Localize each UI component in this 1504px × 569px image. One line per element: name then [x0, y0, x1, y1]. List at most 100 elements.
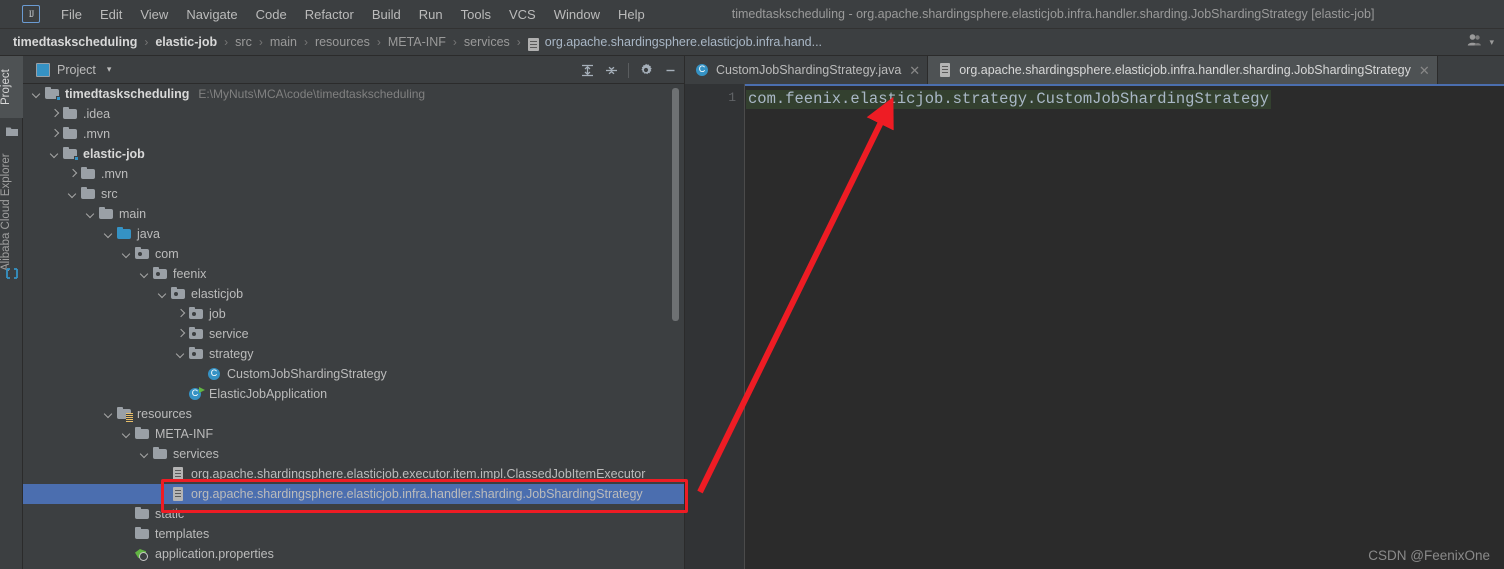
chevron-right-icon[interactable] — [176, 329, 186, 339]
chevron-down-icon[interactable] — [122, 429, 132, 439]
editor-tab[interactable]: CustomJobShardingStrategy.java ✕ — [685, 56, 929, 84]
tree-node-label: com — [155, 247, 179, 261]
chevron-right-icon[interactable] — [176, 309, 186, 319]
tree-node[interactable]: com — [23, 244, 685, 264]
tree-node[interactable]: org.apache.shardingsphere.elasticjob.inf… — [23, 484, 685, 504]
project-view-chevron-down-icon[interactable]: ▾ — [107, 64, 112, 75]
tree-node[interactable]: elasticjob — [23, 284, 685, 304]
chevron-down-icon[interactable] — [140, 269, 150, 279]
breadcrumb-item[interactable]: src — [235, 35, 252, 49]
tool-tab-alibaba-cloud-explorer[interactable]: Alibaba Cloud Explorer — [0, 144, 23, 280]
tree-node[interactable]: job — [23, 304, 685, 324]
tree-node-label: strategy — [209, 347, 254, 361]
chevron-down-icon[interactable] — [50, 149, 60, 159]
tree-node[interactable]: timedtaskscheduling E:\MyNuts\MCA\code\ti… — [23, 84, 685, 104]
tree-node[interactable]: .idea — [23, 104, 685, 124]
breadcrumb-item[interactable]: services — [464, 35, 510, 49]
breadcrumb-item[interactable]: main — [270, 35, 297, 49]
tree-node-label: elastic-job — [83, 147, 145, 161]
close-icon[interactable]: ✕ — [1419, 64, 1430, 77]
breadcrumb-item[interactable]: timedtaskscheduling — [13, 35, 137, 49]
chevron-down-icon[interactable] — [176, 349, 186, 359]
menu-item-vcs[interactable]: VCS — [500, 0, 545, 29]
chevron-right-icon[interactable] — [50, 109, 60, 119]
toolbar-divider — [628, 62, 629, 78]
close-icon[interactable]: ✕ — [909, 64, 920, 77]
expand-all-icon[interactable] — [576, 59, 598, 81]
tree-node[interactable]: templates — [23, 524, 685, 544]
tree-node[interactable]: elastic-job — [23, 144, 685, 164]
editor-code-area[interactable]: com.feenix.elasticjob.strategy.CustomJob… — [745, 84, 1504, 569]
project-tree[interactable]: timedtaskscheduling E:\MyNuts\MCA\code\ti… — [23, 84, 685, 569]
chevron-down-icon[interactable] — [140, 449, 150, 459]
gear-icon[interactable] — [635, 59, 657, 81]
chevron-right-icon[interactable] — [68, 169, 78, 179]
menu-item-tools[interactable]: Tools — [452, 0, 500, 29]
tree-node[interactable]: ElasticJobApplication — [23, 384, 685, 404]
menu-item-code[interactable]: Code — [247, 0, 296, 29]
chevron-down-icon[interactable] — [104, 409, 114, 419]
tree-node-label: feenix — [173, 267, 207, 281]
tree-node[interactable]: main — [23, 204, 685, 224]
chevron-down-icon[interactable] — [122, 249, 132, 259]
minimize-icon[interactable] — [659, 59, 681, 81]
tree-node[interactable]: strategy — [23, 344, 685, 364]
tree-node[interactable]: static — [23, 504, 685, 524]
watermark: CSDN @FeenixOne — [1368, 548, 1490, 563]
tree-node[interactable]: org.apache.shardingsphere.elasticjob.exe… — [23, 464, 685, 484]
run-badge — [199, 387, 205, 393]
breadcrumb-item[interactable]: META-INF — [388, 35, 446, 49]
tree-node[interactable]: .mvn — [23, 124, 685, 144]
folder-icon — [81, 187, 96, 201]
tree-node[interactable]: application.properties — [23, 544, 685, 564]
tree-node[interactable]: META-INF — [23, 424, 685, 444]
idea-window: IJ File Edit View Navigate Code Refactor Build… — [0, 0, 1504, 569]
chevron-down-icon[interactable] — [104, 229, 114, 239]
tree-node-label: org.apache.shardingsphere.elasticjob.inf… — [191, 487, 643, 501]
tree-node[interactable]: feenix — [23, 264, 685, 284]
breadcrumb-item[interactable]: resources — [315, 35, 370, 49]
module-folder-icon — [63, 147, 79, 161]
tree-node[interactable]: .mvn — [23, 164, 685, 184]
chevron-down-icon[interactable] — [158, 289, 168, 299]
breadcrumb-item[interactable]: elastic-job — [155, 35, 217, 49]
project-tool-window: Project ▾ timedtaskscheduling E:\MyNuts\… — [23, 56, 685, 569]
chevron-right-icon[interactable] — [50, 129, 60, 139]
tree-node[interactable]: services — [23, 444, 685, 464]
editor-tab[interactable]: org.apache.shardingsphere.elasticjob.inf… — [928, 56, 1438, 84]
tree-node[interactable]: src — [23, 184, 685, 204]
menu-item-window[interactable]: Window — [545, 0, 609, 29]
chevron-down-icon[interactable]: ▾ — [1489, 37, 1494, 48]
tree-node[interactable]: CustomJobShardingStrategy — [23, 364, 685, 384]
menu-item-file[interactable]: File — [52, 0, 91, 29]
chevron-down-icon[interactable] — [68, 189, 78, 199]
breadcrumb-right-controls: ▾ — [1467, 29, 1494, 56]
collapse-all-icon[interactable] — [600, 59, 622, 81]
module-folder-icon — [45, 87, 61, 101]
breadcrumb-item-label: main — [269, 35, 297, 49]
menu-item-edit[interactable]: Edit — [91, 0, 131, 29]
chevron-down-icon[interactable] — [86, 209, 96, 219]
tree-node[interactable]: resources — [23, 404, 685, 424]
menu-item-help[interactable]: Help — [609, 0, 654, 29]
menu-item-run[interactable]: Run — [410, 0, 452, 29]
tree-node[interactable]: java — [23, 224, 685, 244]
breadcrumb-item-label: src — [235, 35, 252, 49]
project-tree-scrollbar[interactable] — [672, 88, 679, 321]
chevron-down-icon[interactable] — [32, 89, 42, 99]
tree-node[interactable]: service — [23, 324, 685, 344]
tree-node-label: java — [137, 227, 160, 241]
menu-item-navigate[interactable]: Navigate — [177, 0, 246, 29]
people-icon[interactable] — [1467, 33, 1484, 52]
menu-item-refactor[interactable]: Refactor — [296, 0, 363, 29]
code-line-1[interactable]: com.feenix.elasticjob.strategy.CustomJob… — [746, 90, 1271, 109]
tree-node-label: elasticjob — [191, 287, 244, 301]
menu-item-view[interactable]: View — [131, 0, 177, 29]
breadcrumb-item[interactable]: org.apache.shardingsphere.elasticjob.inf… — [527, 35, 822, 51]
package-icon — [189, 307, 204, 321]
folder-icon — [63, 107, 78, 121]
menu-item-build[interactable]: Build — [363, 0, 410, 29]
package-dot — [192, 312, 196, 316]
tool-tab-project[interactable]: Project — [0, 56, 23, 118]
